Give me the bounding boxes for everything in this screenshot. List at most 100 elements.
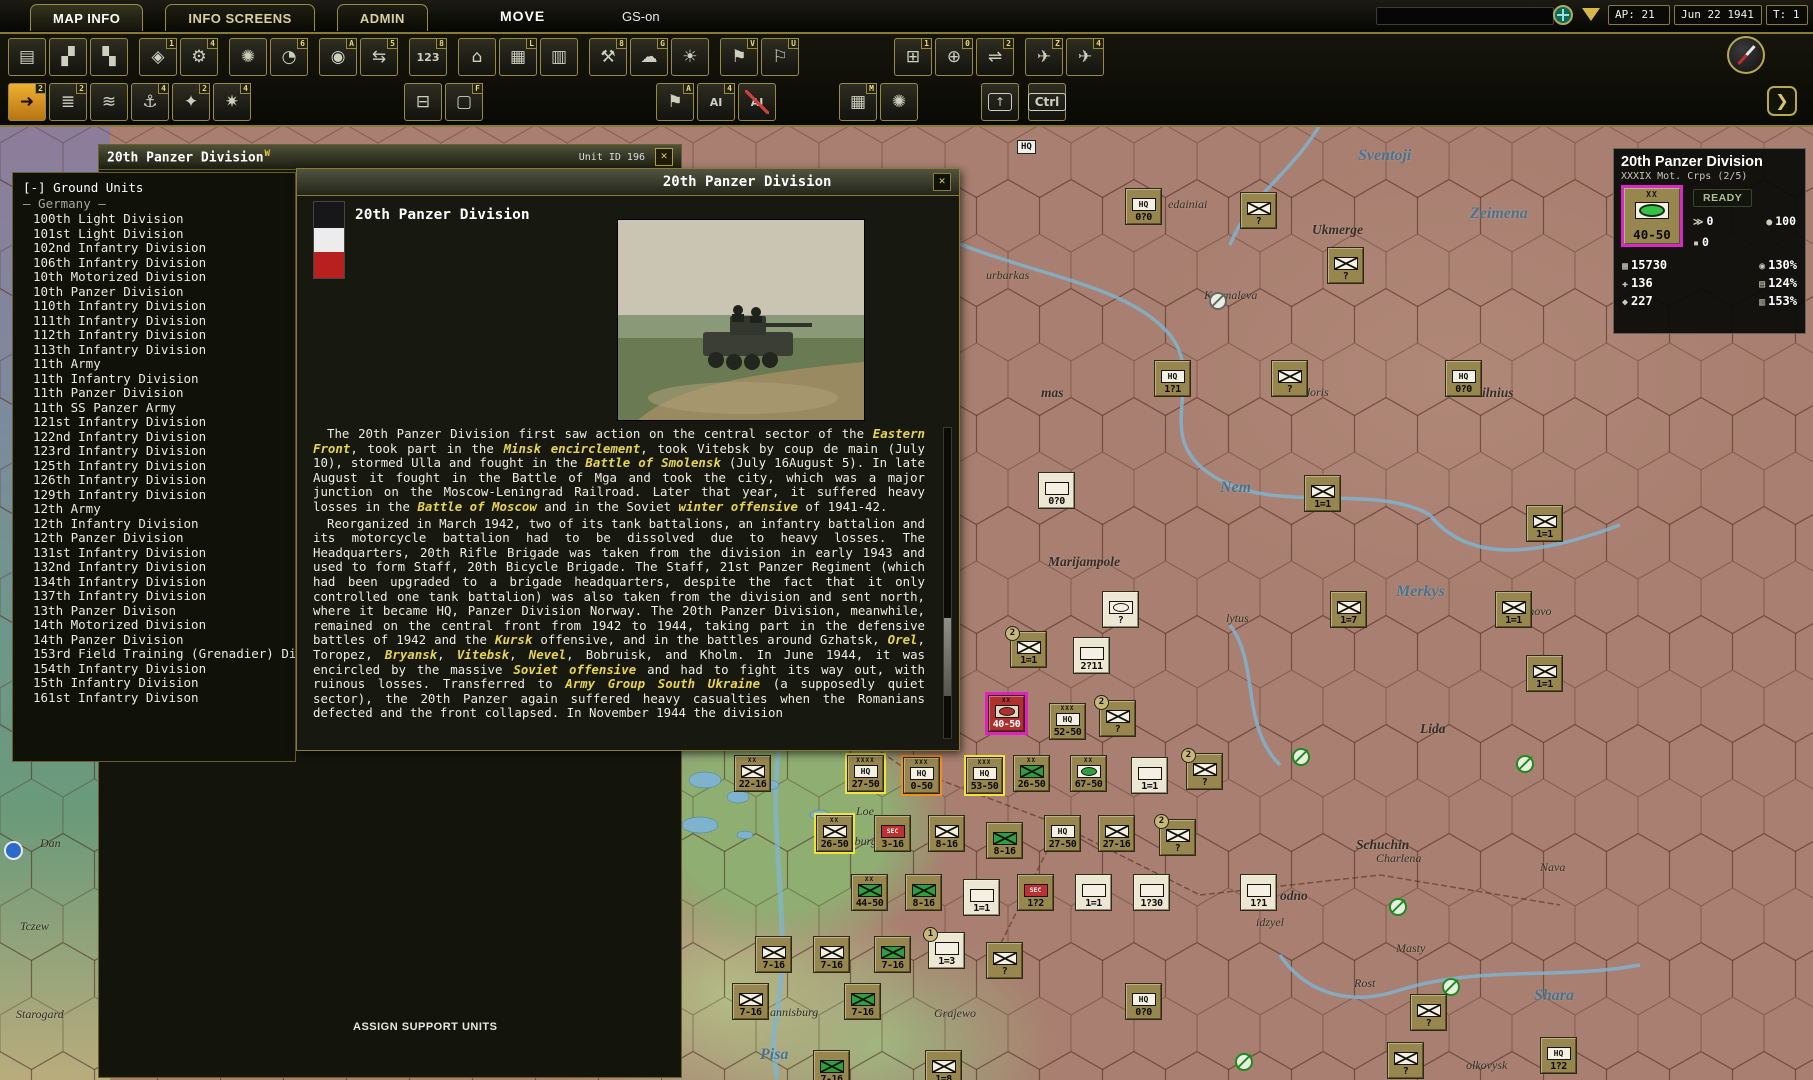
unit-list-item-11th-infantry-division[interactable]: 11th Infantry Division — [23, 372, 295, 387]
flag-u-button[interactable]: ⚐U — [761, 38, 799, 76]
unit-list-item-14th-motorized-division[interactable]: 14th Motorized Division — [23, 618, 295, 633]
unit-list-item-11th-ss-panzer-army[interactable]: 11th SS Panzer Army — [23, 401, 295, 416]
unit-counter[interactable]: XX26-50 — [816, 815, 853, 852]
air-mission-button[interactable]: ✈4 — [1066, 38, 1104, 76]
rail-net-button[interactable]: ⊕0 — [935, 38, 973, 76]
rail-yard-button[interactable]: ⊟ — [404, 83, 442, 121]
unit-counter[interactable]: 1=1 — [1304, 475, 1341, 512]
scrollbar-track[interactable] — [943, 427, 952, 739]
hex-info-button[interactable]: ◈1 — [139, 38, 177, 76]
unit-list-item-112th-infantry-division[interactable]: 112th Infantry Division — [23, 328, 295, 343]
unit-counter[interactable]: XXXHQ52-50 — [1049, 703, 1086, 740]
unit-counter[interactable]: 7-16 — [732, 983, 769, 1020]
unit-counter[interactable]: 1?1 — [1240, 874, 1277, 911]
tab-admin[interactable]: ADMIN — [337, 4, 428, 31]
unit-list-item-106th-infantry-division[interactable]: 106th Infantry Division — [23, 256, 295, 271]
settings-button[interactable]: ⚙4 — [180, 38, 218, 76]
unit-counter[interactable]: 1=7 — [1330, 591, 1367, 628]
unit-counter[interactable]: 0?0 — [1038, 472, 1075, 509]
unit-counter[interactable]: 8-16 — [905, 874, 942, 911]
rail-swap-button[interactable]: ⇌2 — [976, 38, 1014, 76]
unit-counter[interactable]: 1=12 — [1010, 631, 1047, 668]
window-titlebar[interactable]: 20th Panzer DivisionW Unit ID 196 ✕ — [99, 145, 681, 170]
unit-counter[interactable]: HQ27-50 — [1044, 815, 1081, 852]
unit-list-item-10th-panzer-division[interactable]: 10th Panzer Division — [23, 285, 295, 300]
airbase-icon[interactable] — [1209, 292, 1227, 310]
rail-repair-button[interactable]: ⊞1 — [894, 38, 932, 76]
unit-list-item-134th-infantry-division[interactable]: 134th Infantry Division — [23, 575, 295, 590]
map-mode-1-button[interactable]: ▤ — [8, 38, 46, 76]
unit-list-item-15th-infantry-division[interactable]: 15th Infantry Division — [23, 676, 295, 691]
combat-button[interactable]: ✷4 — [213, 83, 251, 121]
unit-counter[interactable]: XX44-50 — [851, 874, 888, 911]
unit-counter[interactable]: XXXHQ0-50 — [903, 757, 940, 794]
clear-weather-button[interactable]: ☀ — [671, 38, 709, 76]
unit-counter[interactable]: 1=1 — [1495, 591, 1532, 628]
tree-root-ground-units[interactable]: [-] Ground Units — [23, 181, 295, 196]
unit-counter[interactable]: 27-16 — [1098, 815, 1135, 852]
unit-list-item-137th-infantry-division[interactable]: 137th Infantry Division — [23, 589, 295, 604]
naval-move-button[interactable]: ≋ — [90, 83, 128, 121]
show-values-button[interactable]: 1238 — [409, 38, 447, 76]
unit-counter[interactable]: 7-16 — [874, 936, 911, 973]
unit-counter[interactable]: ? — [1271, 360, 1308, 397]
unit-counter[interactable]: ? — [1327, 247, 1364, 284]
unit-counter[interactable]: XX67-50 — [1070, 755, 1107, 792]
air-group-button[interactable]: ✈Z — [1025, 38, 1063, 76]
unit-list-item-129th-infantry-division[interactable]: 129th Infantry Division — [23, 488, 295, 503]
unit-counter[interactable]: 1?30 — [1133, 874, 1170, 911]
unit-list-item-161st-infantry-divison[interactable]: 161st Infantry Divison — [23, 691, 295, 706]
shift-up-button[interactable]: ↑ — [981, 83, 1019, 121]
flag-v-button[interactable]: ⚑V — [720, 38, 758, 76]
airbase-icon[interactable] — [1516, 755, 1534, 773]
dialog-titlebar[interactable]: 20th Panzer Division ✕ — [297, 169, 959, 196]
unit-list-item-154th-infantry-division[interactable]: 154th Infantry Division — [23, 662, 295, 677]
battles-button[interactable]: ✺ — [229, 38, 267, 76]
rail-move-button[interactable]: ≣2 — [49, 83, 87, 121]
airbase-icon[interactable] — [1389, 898, 1407, 916]
compass-button[interactable] — [1727, 36, 1765, 74]
airbase-icon[interactable] — [1235, 1053, 1253, 1071]
unit-counter[interactable]: HQ0?0 — [1125, 983, 1162, 1020]
ctrl-button[interactable]: Ctrl — [1028, 83, 1066, 121]
time-button[interactable]: ◔6 — [270, 38, 308, 76]
unit-counter[interactable]: 1=31 — [928, 932, 965, 969]
dialog-close-button[interactable]: ✕ — [933, 173, 951, 191]
unit-counter[interactable]: HQ1?2 — [1540, 1037, 1577, 1074]
unit-counter[interactable]: 1=8 — [925, 1050, 962, 1080]
unit-list-item-122nd-infantry-division[interactable]: 122nd Infantry Division — [23, 430, 295, 445]
unit-list-item-126th-infantry-division[interactable]: 126th Infantry Division — [23, 473, 295, 488]
unit-counter[interactable]: 7-16 — [813, 936, 850, 973]
unit-counter[interactable]: HQ1?1 — [1154, 360, 1191, 397]
airbase-icon[interactable] — [1292, 748, 1310, 766]
unit-list-item-10th-motorized-division[interactable]: 10th Motorized Division — [23, 270, 295, 285]
unit-counter[interactable]: ? — [986, 942, 1023, 979]
manual-button[interactable]: ▦M — [839, 83, 877, 121]
unit-list-item-11th-army[interactable]: 11th Army — [23, 357, 295, 372]
build-button[interactable]: ⚒8 — [589, 38, 627, 76]
unit-list-item-153rd-field-training-grenadier-di[interactable]: 153rd Field Training (Grenadier) Di — [23, 647, 295, 662]
scrollbar-thumb[interactable] — [944, 618, 951, 696]
unit-list-item-101st-light-division[interactable]: 101st Light Division — [23, 227, 295, 242]
unit-counter[interactable]: SEC3-16 — [874, 815, 911, 852]
map-mode-3-button[interactable]: ▚ — [90, 38, 128, 76]
unit-counter[interactable]: 8-16 — [928, 815, 965, 852]
unit-list-item-131st-infantry-division[interactable]: 131st Infantry Division — [23, 546, 295, 561]
air-directive-button[interactable]: ⚑A — [656, 83, 694, 121]
weather-button[interactable]: ☁G — [630, 38, 668, 76]
unit-counter[interactable]: 1=1 — [1075, 874, 1112, 911]
unit-list-item-111th-infantry-division[interactable]: 111th Infantry Division — [23, 314, 295, 329]
depot-button[interactable]: ▦L — [499, 38, 537, 76]
industry-button[interactable]: ▥ — [540, 38, 578, 76]
unit-counter[interactable]: ? — [1387, 1042, 1424, 1079]
unit-list-item-125th-infantry-division[interactable]: 125th Infantry Division — [23, 459, 295, 474]
unit-list-item-121st-infantry-division[interactable]: 121st Infantry Division — [23, 415, 295, 430]
unit-counter[interactable]: ? — [1240, 192, 1277, 229]
selected-unit-counter[interactable]: XX 40-50 — [1621, 185, 1683, 247]
city-button[interactable]: ⌂ — [458, 38, 496, 76]
unit-list-item-11th-panzer-division[interactable]: 11th Panzer Division — [23, 386, 295, 401]
unit-counter[interactable]: ? — [1410, 994, 1447, 1031]
recon-button[interactable]: ✦2 — [172, 83, 210, 121]
unit-list-item-12th-infantry-division[interactable]: 12th Infantry Division — [23, 517, 295, 532]
unit-counter[interactable]: 7-16 — [755, 936, 792, 973]
